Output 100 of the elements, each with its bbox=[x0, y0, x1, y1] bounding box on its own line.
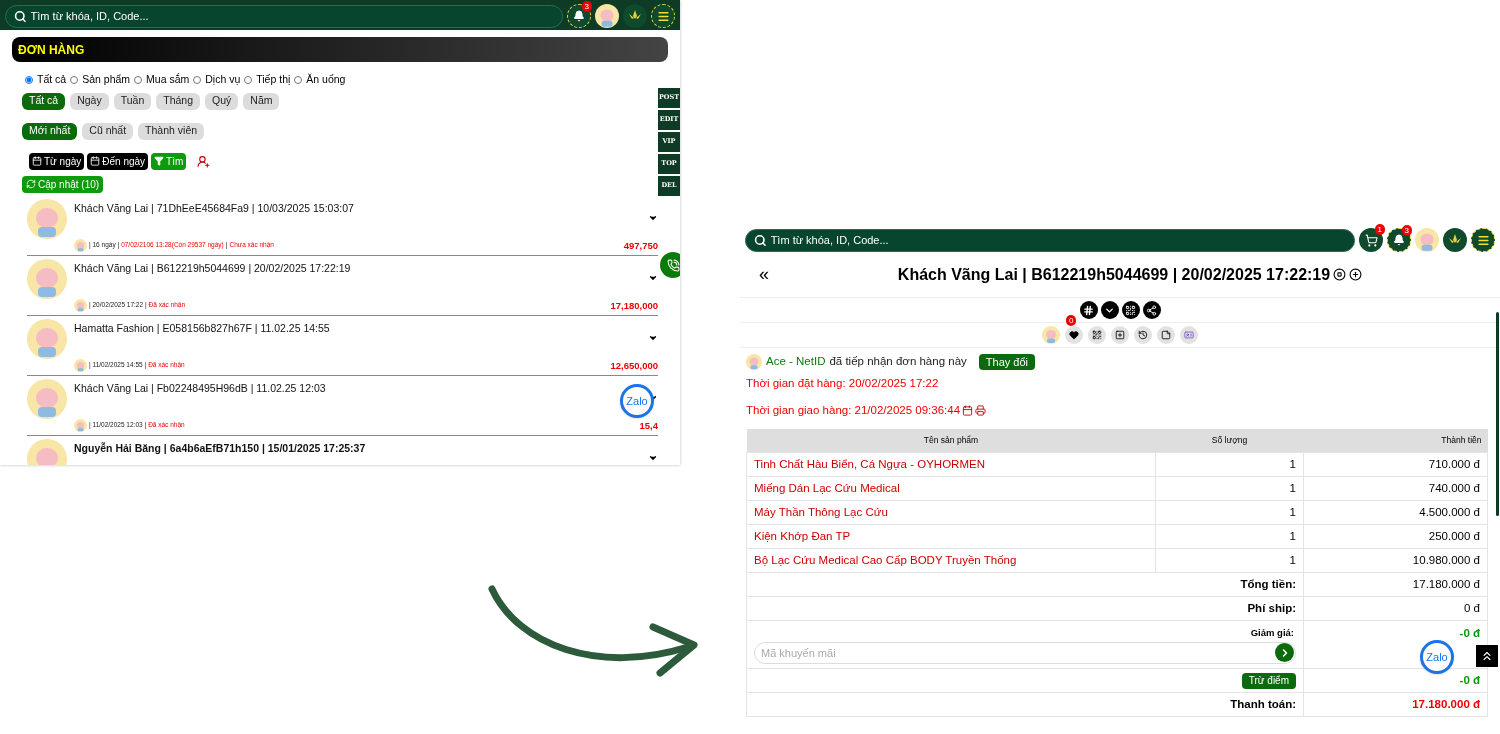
share-button[interactable] bbox=[1142, 301, 1161, 319]
category-label: Ăn uống bbox=[306, 72, 346, 87]
category-label: Tiếp thị bbox=[256, 72, 291, 87]
refresh-button[interactable]: Cập nhật (10) bbox=[22, 175, 104, 193]
share-icon bbox=[1146, 304, 1157, 316]
total-value: 0 đ bbox=[1303, 596, 1488, 621]
order-title: Hamatta Fashion | E058156b827h67F | 11.02.25 14:55 bbox=[74, 320, 331, 336]
back-button[interactable]: « bbox=[754, 261, 774, 288]
history-icon bbox=[1138, 330, 1148, 340]
received-text: đã tiếp nhận đơn hàng này bbox=[829, 354, 967, 369]
history-button[interactable] bbox=[1134, 326, 1152, 344]
order-title: Khách Vãng Lai | 71DhEeE45684Fa9 | 10/03/2025 15:03:07 bbox=[74, 200, 355, 216]
total-label: Tổng tiền: bbox=[746, 572, 1304, 597]
category-radio[interactable] bbox=[25, 75, 33, 84]
filter-icon bbox=[154, 156, 165, 167]
cart-icon bbox=[1364, 233, 1378, 247]
lotus-logo-icon[interactable] bbox=[623, 4, 647, 28]
sort-tab[interactable]: Mới nhất bbox=[22, 122, 78, 140]
quantity-cell: 1 bbox=[1155, 548, 1304, 573]
add-button[interactable] bbox=[1111, 326, 1129, 344]
period-tab[interactable]: Năm bbox=[243, 92, 280, 110]
order-title: Khách Vãng Lai | B612219h5044699 | 20/02/2025 17:22:19 bbox=[897, 264, 1331, 285]
delivery-time: Thời gian giao hàng: 21/02/2025 09:36:44 bbox=[746, 402, 961, 418]
like-button[interactable] bbox=[1065, 326, 1083, 344]
search-bar[interactable]: Tìm từ khóa, ID, Code... bbox=[5, 4, 563, 28]
total-label: Phí ship: bbox=[746, 596, 1304, 621]
period-tab[interactable]: Tháng bbox=[156, 92, 201, 110]
apply-button[interactable] bbox=[1275, 643, 1294, 663]
price-cell: 740.000 đ bbox=[1303, 476, 1488, 501]
avatar-icon bbox=[74, 238, 87, 252]
payment-value: 17.180.000 đ bbox=[1303, 692, 1488, 717]
category-radio[interactable] bbox=[193, 75, 202, 84]
date-button[interactable]: Đến ngày bbox=[87, 152, 149, 170]
search-bar[interactable]: Tìm từ khóa, ID, Code... bbox=[745, 228, 1355, 252]
order-row[interactable]: Nguyễn Hải Băng | 6a4b6aEfB71h150 | 15/01/2025 17:25:37 bbox=[27, 435, 658, 465]
printer-icon[interactable] bbox=[975, 404, 987, 416]
notification-button[interactable]: 3 bbox=[567, 4, 591, 28]
promo-code-field[interactable]: Mã khuyến mãi bbox=[754, 641, 1296, 664]
order-amount: 12,650,000 bbox=[610, 358, 658, 373]
id-button[interactable] bbox=[1180, 326, 1198, 344]
period-tab[interactable]: Ngày bbox=[70, 92, 109, 110]
redeem-points-button[interactable]: Trừ điểm bbox=[1241, 672, 1296, 689]
search-field[interactable]: Tìm từ khóa, ID, Code... bbox=[30, 7, 554, 25]
order-amount: 15,4 bbox=[639, 418, 658, 433]
circle-icon[interactable] bbox=[1333, 268, 1347, 281]
price-cell: 10.980.000 đ bbox=[1303, 548, 1488, 573]
price-cell: 250.000 đ bbox=[1303, 524, 1488, 549]
heart-icon bbox=[1069, 330, 1079, 340]
sort-tab[interactable]: Cũ nhất bbox=[82, 122, 134, 140]
product-name[interactable]: Tinh Chất Hàu Biển, Cá Ngựa - OYHORMEN bbox=[746, 452, 1156, 477]
search-button[interactable]: Tìm bbox=[151, 152, 187, 170]
avatar-icon bbox=[74, 298, 87, 312]
product-name[interactable]: Kiện Khớp Đan TP bbox=[746, 524, 1156, 549]
category-radio[interactable] bbox=[244, 75, 253, 84]
call-button[interactable] bbox=[660, 252, 680, 278]
bell-icon bbox=[1393, 234, 1405, 246]
cart-badge: 1 bbox=[1374, 224, 1385, 235]
search-field[interactable]: Tìm từ khóa, ID, Code... bbox=[770, 231, 1346, 249]
like-count-badge: 0 bbox=[1066, 315, 1077, 326]
menu-button[interactable] bbox=[651, 4, 675, 28]
total-value: 17.180.000 đ bbox=[1303, 572, 1488, 597]
scroll-top-button[interactable] bbox=[1476, 645, 1498, 667]
lotus-logo-icon[interactable] bbox=[1443, 228, 1467, 252]
qr-button[interactable] bbox=[1088, 326, 1106, 344]
category-radio[interactable] bbox=[134, 75, 143, 84]
category-label: Mua sắm bbox=[146, 72, 190, 87]
date-button[interactable]: Từ ngày bbox=[29, 152, 85, 170]
notification-button[interactable]: 3 bbox=[1387, 228, 1411, 252]
search-icon bbox=[14, 9, 27, 23]
dropdown-button[interactable] bbox=[1100, 301, 1119, 319]
plus-square-icon bbox=[1115, 330, 1125, 340]
product-name[interactable]: Miếng Dán Lạc Cứu Medical bbox=[746, 476, 1156, 501]
category-radio[interactable] bbox=[294, 75, 303, 84]
staff-name[interactable]: Ace - NetID bbox=[766, 353, 826, 371]
user-share-icon[interactable] bbox=[197, 154, 211, 168]
period-tab[interactable]: Tuần bbox=[113, 92, 152, 110]
menu-button[interactable] bbox=[1471, 228, 1495, 252]
period-tab[interactable]: Tất cả bbox=[22, 92, 66, 110]
sort-tab[interactable]: Thành viên bbox=[138, 122, 205, 140]
notification-badge: 3 bbox=[581, 1, 592, 12]
menu-icon bbox=[656, 9, 670, 23]
product-name[interactable]: Bộ Lạc Cứu Medical Cao Cấp BODY Truyền Thống bbox=[746, 548, 1156, 573]
order-amount: 497,750 bbox=[623, 238, 658, 253]
category-label: Sản phẩm bbox=[82, 72, 131, 87]
zalo-chat-button[interactable]: Zalo bbox=[620, 384, 654, 418]
avatar-icon bbox=[746, 353, 762, 370]
change-button[interactable]: Thay đổi bbox=[978, 353, 1035, 370]
menu-icon bbox=[1476, 233, 1490, 247]
note-button[interactable] bbox=[1157, 326, 1175, 344]
payment-label: Thanh toán: bbox=[746, 692, 1304, 717]
qr-button[interactable] bbox=[1121, 301, 1140, 319]
zalo-chat-button[interactable]: Zalo bbox=[1420, 640, 1454, 674]
avatar-icon bbox=[27, 198, 67, 239]
category-radio[interactable] bbox=[70, 75, 79, 84]
period-tab[interactable]: Quý bbox=[205, 92, 239, 110]
calendar-icon[interactable] bbox=[962, 404, 974, 416]
search-icon bbox=[754, 233, 767, 247]
product-name[interactable]: Máy Thần Thông Lạc Cứu bbox=[746, 500, 1156, 525]
hash-button[interactable] bbox=[1079, 301, 1098, 319]
plus-circle-icon[interactable] bbox=[1349, 268, 1363, 281]
